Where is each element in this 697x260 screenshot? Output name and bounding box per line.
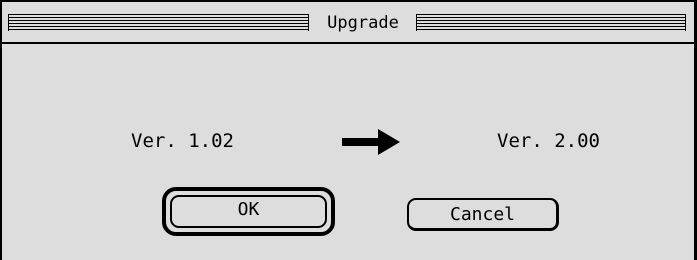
new-version-label: Ver. 2.00	[497, 130, 600, 152]
right-arrow-icon	[342, 129, 400, 155]
ok-button[interactable]: OK	[170, 195, 327, 228]
dialog-title: Upgrade	[327, 13, 399, 33]
ok-button-default-ring: OK	[162, 187, 335, 236]
cancel-button[interactable]: Cancel	[407, 198, 559, 231]
upgrade-dialog: Upgrade Ver. 1.02 Ver. 2.00 OK Cancel	[0, 0, 697, 260]
current-version-label: Ver. 1.02	[131, 130, 234, 152]
title-bar-stripes-right	[416, 14, 686, 31]
title-bar[interactable]: Upgrade	[2, 2, 694, 44]
dialog-content: Ver. 1.02 Ver. 2.00 OK Cancel	[2, 44, 694, 260]
title-bar-stripes-left	[8, 14, 309, 31]
